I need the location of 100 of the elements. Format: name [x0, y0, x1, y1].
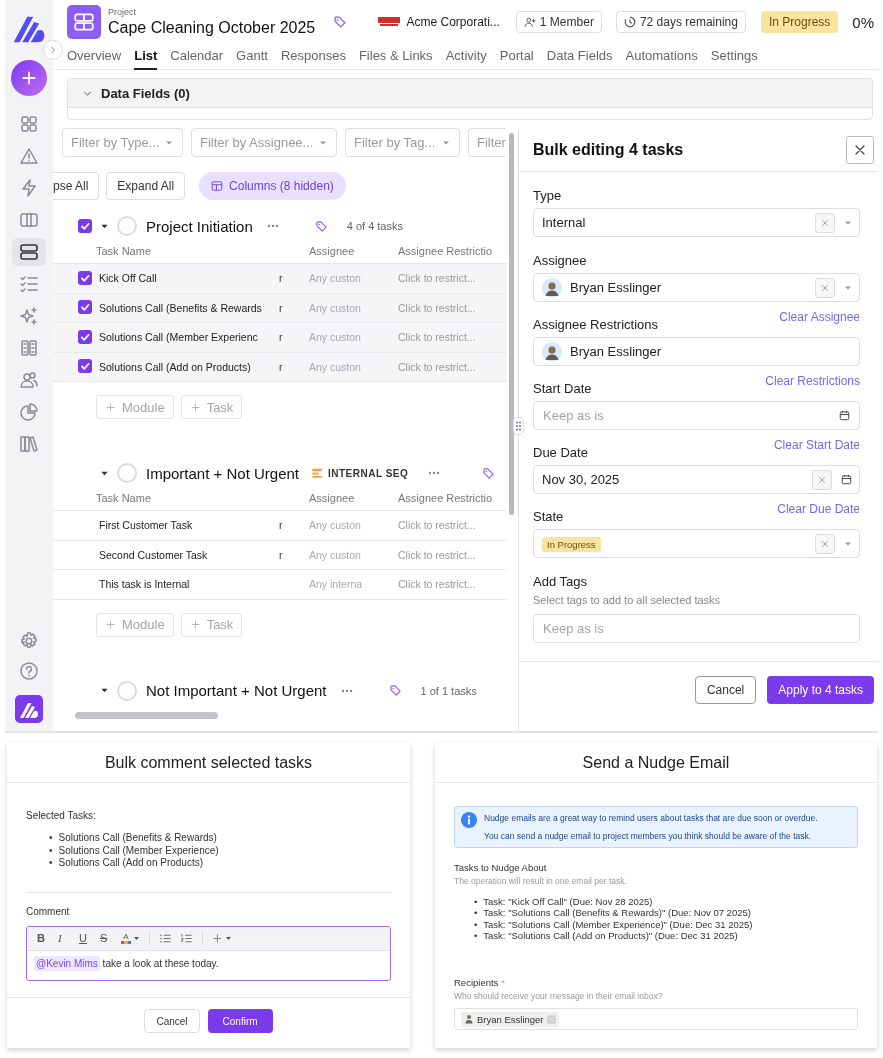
close-icon [820, 538, 830, 549]
tab[interactable]: Gantt [236, 44, 268, 70]
plus-icon [105, 401, 116, 413]
checkbox[interactable] [78, 329, 92, 344]
columns-icon [211, 180, 224, 192]
task-row[interactable]: First Customer Task r Any custon Click to restrict... [53, 511, 507, 541]
clear-button[interactable] [815, 277, 835, 298]
clear-link[interactable]: Clear Due Date [777, 502, 860, 516]
format-button[interactable]: B [34, 928, 53, 948]
logo-button[interactable] [15, 695, 43, 723]
person-field[interactable]: Bryan Esslinger [533, 337, 860, 366]
add-button[interactable] [11, 60, 47, 96]
sparkle-icon [19, 306, 39, 326]
field-label: Assignee Restrictions [533, 317, 658, 333]
primary-button[interactable]: Confirm [207, 1009, 273, 1033]
task-row[interactable]: Solutions Call (Add on Products) r Any custon Click to restrict... [53, 352, 507, 382]
format-button[interactable]: S [97, 928, 116, 948]
status-badge: In Progress [542, 537, 601, 552]
table-cell-text: Kick Off Call [99, 272, 158, 285]
task-row[interactable]: Solutions Call (Member Experienc r Any custon Click to restrict... [53, 323, 507, 353]
state-select[interactable]: In Progress [533, 529, 860, 558]
tab[interactable]: Settings [710, 44, 758, 70]
tab[interactable]: List [134, 44, 158, 70]
recipient-chip[interactable]: Bryan Esslinger [461, 1011, 559, 1027]
task-row[interactable]: This task is Internal Any interna Click to restrict... [53, 570, 507, 600]
date-field[interactable]: Nov 30, 2025 [533, 465, 860, 494]
clear-button[interactable] [812, 469, 832, 490]
timer-icon [623, 16, 636, 28]
tags-field[interactable]: Keep as is [533, 614, 860, 643]
tab[interactable]: Data Fields [546, 44, 613, 70]
checkbox[interactable] [78, 359, 92, 374]
plus-icon [212, 932, 223, 944]
tab[interactable]: Overview [67, 44, 122, 70]
people-icon [19, 370, 39, 390]
client-name[interactable]: Acme Corporati... [406, 15, 500, 29]
sequence-label: INTERNAL SEQ [328, 467, 409, 479]
members-button[interactable]: 1 Member [515, 11, 602, 33]
table-cell-text: r [279, 301, 284, 314]
cancel-button[interactable]: Cancel [144, 1009, 200, 1033]
checkbox[interactable] [78, 219, 92, 233]
caret-icon [133, 934, 140, 942]
sidebar-button[interactable] [12, 238, 46, 266]
collapse-all-button[interactable]: pse All [53, 172, 100, 200]
close-icon [817, 474, 827, 485]
tab[interactable]: Responses [280, 44, 346, 70]
books-icon [19, 434, 39, 454]
dialog-title: Send a Nudge Email [582, 753, 730, 772]
column-header: Assignee Restrictio [398, 491, 494, 504]
columns-button[interactable]: Columns (8 hidden) [199, 172, 346, 200]
expand-all-button[interactable]: Expand All [106, 172, 186, 200]
table-cell-text: Solutions Call (Add on Products) [99, 360, 252, 373]
table-cell-text: r [279, 272, 284, 285]
checklist-icon [19, 274, 39, 294]
comment-editor[interactable]: B I U S A @Kevin Mims take a look at these today. [26, 925, 391, 981]
checkbox[interactable] [78, 300, 92, 315]
column-header: Assignee [309, 491, 356, 504]
type-select[interactable]: Internal [533, 208, 860, 237]
table-cell-text: First Customer Task [99, 519, 194, 532]
info-text: You can send a nudge email to project members you think should be aware of the task. [484, 831, 813, 842]
clear-link[interactable]: Clear Start Date [773, 438, 860, 452]
close-button[interactable] [846, 135, 874, 164]
cancel-button[interactable]: Cancel [694, 676, 757, 704]
checkbox[interactable] [78, 270, 92, 285]
avatar-icon [542, 277, 562, 298]
tab[interactable]: Automations [625, 44, 698, 70]
info-icon [461, 812, 477, 828]
list-item: Solutions Call (Benefits & Rewards) [58, 832, 217, 845]
task-row[interactable]: Solutions Call (Benefits & Rewards r Any custon Click to restrict... [53, 293, 507, 323]
clear-link[interactable]: Clear Assignee [779, 310, 860, 324]
recipients-field[interactable]: Bryan Esslinger [454, 1008, 858, 1031]
scrollbar-thumb[interactable] [509, 133, 514, 515]
resize-handle[interactable] [513, 417, 524, 435]
clear-button[interactable] [815, 212, 835, 233]
table-cell-text: r [279, 360, 284, 373]
chevron-right-icon [48, 45, 58, 55]
format-button[interactable]: I [55, 928, 74, 948]
assignee-select[interactable]: Bryan Esslinger [533, 273, 860, 302]
table-cell-text: Solutions Call (Benefits & Rewards [99, 301, 263, 314]
calendar-icon [838, 409, 851, 422]
list-item: Task: "Solutions Call (Add on Products)" (Due: Dec 31 2025) [483, 929, 738, 942]
date-field[interactable]: Keep as is [533, 401, 860, 430]
primary-button[interactable]: Apply to 4 tasks [767, 676, 874, 704]
clear-link[interactable]: Clear Restrictions [765, 374, 860, 388]
tab[interactable]: Calendar [170, 44, 224, 70]
expand-button[interactable] [43, 40, 63, 60]
section-title[interactable]: Data Fields (0) [101, 85, 190, 101]
scrollbar-thumb[interactable] [75, 711, 218, 719]
days-remaining-button[interactable]: 72 days remaining [615, 11, 746, 33]
field-label: Assignee [533, 253, 587, 269]
column-header: Task Name [96, 244, 153, 257]
task-row[interactable]: Second Customer Task r Any custon Click to restrict... [53, 540, 507, 570]
group-title: Important + Not Urgent [146, 464, 299, 482]
tab[interactable]: Activity [445, 44, 487, 70]
clear-button[interactable] [815, 533, 835, 554]
format-button[interactable]: U [76, 928, 95, 948]
task-row[interactable]: Kick Off Call r Any custon Click to restrict... [53, 264, 507, 294]
tab[interactable]: Files & Links [358, 44, 433, 70]
text-color-button[interactable]: A [118, 928, 143, 948]
mention[interactable]: @Kevin Mims [34, 955, 100, 971]
tab[interactable]: Portal [499, 44, 534, 70]
